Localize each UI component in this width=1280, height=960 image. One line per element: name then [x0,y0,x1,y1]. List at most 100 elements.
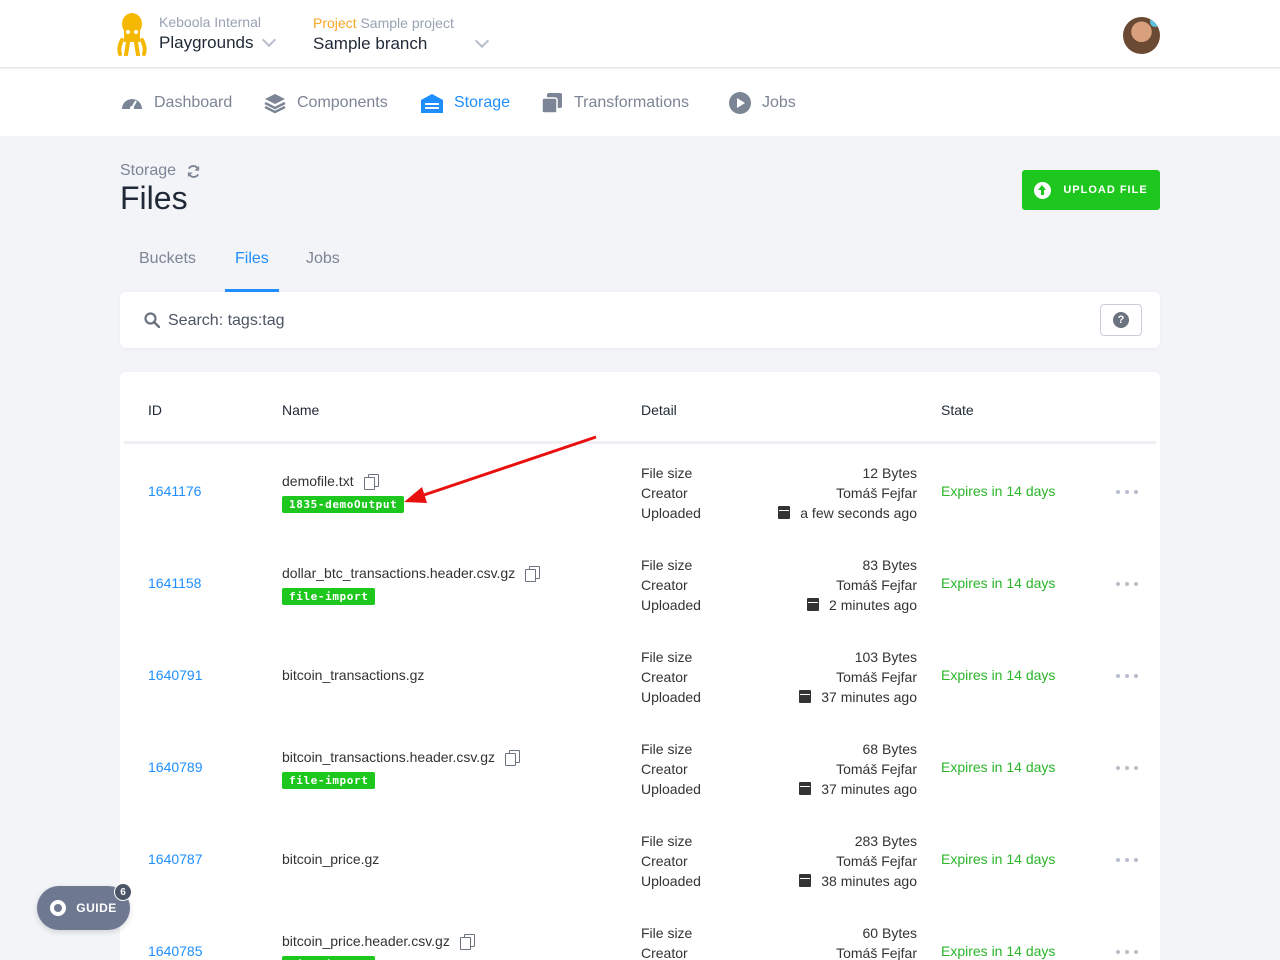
table-row[interactable]: 1640791 bitcoin_transactions.gz File siz… [120,630,1160,722]
detail-creator-label: Creator [641,761,688,777]
table-row[interactable]: 1641158 dollar_btc_transactions.header.c… [120,538,1160,630]
avatar[interactable] [1123,17,1160,54]
file-name-text: bitcoin_price.gz [282,851,380,867]
file-size: 283 Bytes [854,833,917,849]
detail-uploaded-label: Uploaded [641,505,701,521]
calendar-icon [799,690,812,703]
copy-icon[interactable] [363,473,379,490]
upload-file-label: UPLOAD FILE [1063,184,1148,196]
file-tag[interactable]: file-import [282,588,376,605]
detail-uploaded-label: Uploaded [641,781,701,797]
tab-buckets[interactable]: Buckets [139,250,196,268]
file-name: bitcoin_price.header.csv.gz [282,933,475,950]
file-size: 68 Bytes [862,741,917,757]
file-size: 60 Bytes [862,925,917,941]
breadcrumb: Storage [120,162,201,180]
more-actions-icon[interactable] [1116,674,1138,680]
detail-creator-label: Creator [641,577,688,593]
file-name-text: bitcoin_price.header.csv.gz [282,933,450,949]
organization-switcher[interactable]: Keboola Internal Playgrounds [159,14,276,53]
nav-item-jobs[interactable]: Jobs [728,91,796,115]
more-actions-icon[interactable] [1116,858,1138,864]
table-row[interactable]: 1641176 demofile.txt 1835-demoOutput Fil… [120,446,1160,538]
file-uploaded: 37 minutes ago [821,781,917,797]
keboola-logo-icon[interactable] [116,12,148,56]
file-tag[interactable]: file-import [282,772,376,789]
file-id-link[interactable]: 1640791 [148,667,203,683]
table-row[interactable]: 1640785 bitcoin_price.header.csv.gz file… [120,906,1160,960]
warehouse-icon [421,94,443,113]
file-id-link[interactable]: 1641158 [148,575,201,591]
search-icon [144,312,160,328]
tab-files[interactable]: Files [235,250,269,268]
nav-label: Storage [454,94,511,111]
file-creator: Tomáš Fejfar [836,761,917,777]
copy-icon[interactable] [504,749,520,766]
file-uploaded: a few seconds ago [800,505,917,521]
file-state: Expires in 14 days [941,851,1056,867]
file-id-link[interactable]: 1640785 [148,943,203,959]
file-name: bitcoin_price.gz [282,851,379,867]
question-circle-icon: ? [1113,312,1129,328]
chevron-down-icon [475,33,490,49]
detail-size-label: File size [641,925,693,941]
detail-uploaded-label: Uploaded [641,689,701,705]
nav-label: Components [297,94,388,111]
top-bar: Keboola Internal Playgrounds Project Sam… [0,0,1280,68]
calendar-icon [778,506,791,519]
file-tag[interactable]: file-import [282,956,376,960]
search-help-button[interactable]: ? [1100,304,1142,336]
detail-size-label: File size [641,833,693,849]
calendar-icon [799,782,812,795]
file-creator: Tomáš Fejfar [836,945,917,960]
nav-item-storage[interactable]: Storage [420,91,510,115]
file-creator: Tomáš Fejfar [836,577,917,593]
nav-item-transformations[interactable]: Transformations [540,91,689,115]
page-title: Files [120,180,188,216]
file-tag[interactable]: 1835-demoOutput [282,496,405,513]
more-actions-icon[interactable] [1116,582,1138,588]
nav-label: Transformations [574,94,689,111]
detail-values: 12 Bytes Tomáš Fejfar a few seconds ago [778,463,917,523]
more-actions-icon[interactable] [1116,950,1138,956]
guide-count-badge: 6 [114,883,132,901]
branch-name: Sample branch [313,34,428,53]
copy-icon[interactable] [459,933,475,950]
detail-creator-label: Creator [641,853,688,869]
detail-values: 103 Bytes Tomáš Fejfar 37 minutes ago [799,647,917,707]
upload-file-button[interactable]: UPLOAD FILE [1022,170,1160,210]
file-uploaded: 38 minutes ago [821,873,917,889]
search-input[interactable] [168,308,1068,334]
nav-item-components[interactable]: Components [263,91,388,115]
project-switcher[interactable]: Project Sample project Sample branch [313,15,490,54]
detail-values: 83 Bytes Tomáš Fejfar 2 minutes ago [807,555,917,615]
nav-label: Jobs [762,94,796,111]
table-row[interactable]: 1640787 bitcoin_price.gz File size Creat… [120,814,1160,906]
file-name-text: dollar_btc_transactions.header.csv.gz [282,565,516,581]
calendar-icon [799,874,812,887]
file-name: bitcoin_transactions.gz [282,667,424,683]
more-actions-icon[interactable] [1116,490,1138,496]
detail-labels: File size Creator Uploaded [641,463,701,523]
detail-labels: File size Creator [641,923,692,960]
more-actions-icon[interactable] [1116,766,1138,772]
lifebuoy-icon [50,900,67,916]
detail-size-label: File size [641,649,693,665]
file-id-link[interactable]: 1640787 [148,851,203,867]
file-id-link[interactable]: 1641176 [148,483,201,499]
file-id-link[interactable]: 1640789 [148,759,203,775]
file-size: 103 Bytes [854,649,917,665]
breadcrumb-storage[interactable]: Storage [120,162,176,180]
file-creator: Tomáš Fejfar [836,669,917,685]
tab-jobs[interactable]: Jobs [306,250,340,268]
nav-item-dashboard[interactable]: Dashboard [120,91,232,115]
refresh-icon[interactable] [186,164,201,179]
table-row[interactable]: 1640789 bitcoin_transactions.header.csv.… [120,722,1160,814]
copy-icon[interactable] [525,565,541,582]
detail-size-label: File size [641,557,693,573]
file-state: Expires in 14 days [941,759,1056,775]
main-nav: Dashboard Components Storage Transformat… [0,69,1280,136]
dashboard-icon [122,99,142,110]
file-size: 83 Bytes [862,557,917,573]
detail-uploaded-label: Uploaded [641,873,701,889]
